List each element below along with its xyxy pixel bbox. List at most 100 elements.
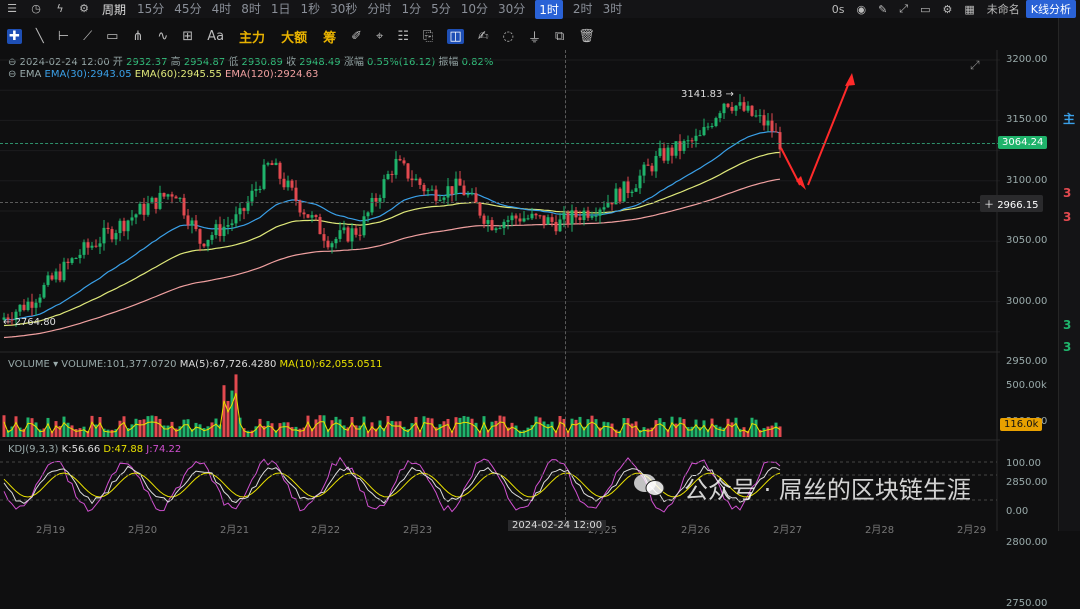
candle-body xyxy=(22,304,26,311)
candle-body xyxy=(206,239,210,247)
candle-body xyxy=(162,192,166,197)
candle-body xyxy=(122,220,126,232)
up-arrow-head xyxy=(845,73,855,86)
price-axis-label: 2800.00 xyxy=(1006,537,1048,549)
candle-body xyxy=(770,120,774,132)
candle-body xyxy=(590,216,594,218)
candle-body xyxy=(758,115,762,117)
low-annotation: ← 2764.80 xyxy=(3,317,56,328)
candle-body xyxy=(426,189,430,192)
candle-body xyxy=(522,218,526,222)
candle-body xyxy=(230,223,234,226)
watermark-text: 公众号 · 屌丝的区块链生涯 xyxy=(684,476,971,504)
candle-body xyxy=(650,165,654,172)
candle-body xyxy=(714,118,718,127)
candle-body xyxy=(190,220,194,226)
volume-bar xyxy=(2,415,6,437)
candle-body xyxy=(266,163,270,165)
volume-bar xyxy=(742,427,746,437)
fullscreen-icon[interactable]: ⤢ xyxy=(970,58,980,73)
price-axis-label: 3200.00 xyxy=(1006,54,1048,65)
candle-body xyxy=(554,221,558,232)
candle-body xyxy=(326,240,330,248)
candle-body xyxy=(26,301,30,311)
candle-body xyxy=(186,215,190,226)
candle-body xyxy=(214,224,218,236)
volume-bar xyxy=(150,415,154,437)
candle-body xyxy=(730,106,734,111)
volume-bar xyxy=(734,417,738,437)
candle-body xyxy=(158,192,162,209)
current-price-line xyxy=(0,143,1000,144)
volume-bar xyxy=(314,419,318,437)
candle-body xyxy=(646,164,650,166)
candle-body xyxy=(626,181,630,194)
volume-bar xyxy=(550,421,554,437)
candle-body xyxy=(574,210,578,218)
date-axis-label: 2月19 xyxy=(36,525,66,536)
volume-bar xyxy=(414,416,418,437)
candle-body xyxy=(434,189,438,201)
candle-body xyxy=(538,215,542,217)
candle-body xyxy=(518,218,522,222)
volume-bar xyxy=(122,416,126,437)
volume-bar xyxy=(298,428,302,437)
volume-bar xyxy=(546,424,550,437)
candle-body xyxy=(42,284,46,298)
candle-body xyxy=(658,148,662,156)
price-axis-label: 3050.00 xyxy=(1006,235,1048,247)
volume-bar xyxy=(626,418,630,437)
kdj-axis-top: 100.00 xyxy=(1006,458,1041,469)
date-axis-label: 2月21 xyxy=(220,525,250,536)
price-axis-label: 3100.00 xyxy=(1006,174,1048,186)
candle-body xyxy=(402,160,406,164)
volume-bar xyxy=(182,419,186,437)
volume-bar xyxy=(522,430,526,437)
cursor-price-tag: ＋ 2966.15 xyxy=(980,195,1043,212)
candle-body xyxy=(398,158,402,161)
volume-bar xyxy=(270,423,274,437)
candle-body xyxy=(462,185,466,196)
volume-bar xyxy=(142,419,146,437)
volume-bar xyxy=(654,420,658,437)
candle-body xyxy=(666,147,670,161)
candle-body xyxy=(126,220,130,232)
candle-body xyxy=(638,175,642,189)
volume-bar xyxy=(602,421,606,437)
candle-body xyxy=(586,210,590,218)
candle-body xyxy=(274,162,278,165)
candle-body xyxy=(514,215,518,219)
candle-body xyxy=(506,220,510,222)
candle-body xyxy=(250,190,254,202)
volume-bar xyxy=(610,423,614,437)
candle-body xyxy=(314,215,318,218)
candle-body xyxy=(442,197,446,200)
candle-body xyxy=(254,189,258,191)
volume-bar xyxy=(538,417,542,437)
candle-body xyxy=(594,215,598,217)
candle-body xyxy=(258,188,262,190)
candle-body xyxy=(418,178,422,185)
volume-bar xyxy=(282,422,286,437)
candle-body xyxy=(454,178,458,195)
volume-bar xyxy=(82,426,86,437)
volume-bar xyxy=(54,421,58,437)
volume-bar xyxy=(286,422,290,437)
volume-bar xyxy=(430,418,434,437)
volume-bar xyxy=(118,420,122,437)
volume-bar xyxy=(362,416,366,437)
candle-body xyxy=(498,228,502,230)
candle-body xyxy=(178,197,182,199)
candle-body xyxy=(354,228,358,235)
sidebar-letter: 3 xyxy=(1063,186,1072,200)
candle-body xyxy=(774,131,778,133)
candle-body xyxy=(134,214,138,218)
volume-bar xyxy=(494,420,498,437)
sidebar-letter[interactable]: 主 xyxy=(1063,110,1075,127)
candle-body xyxy=(30,301,34,308)
candle-body xyxy=(58,271,62,281)
volume-bar xyxy=(214,418,218,437)
candle-body xyxy=(50,275,54,280)
volume-bar xyxy=(294,426,298,437)
kline-analysis-button[interactable]: K线分析 xyxy=(1025,0,1076,18)
